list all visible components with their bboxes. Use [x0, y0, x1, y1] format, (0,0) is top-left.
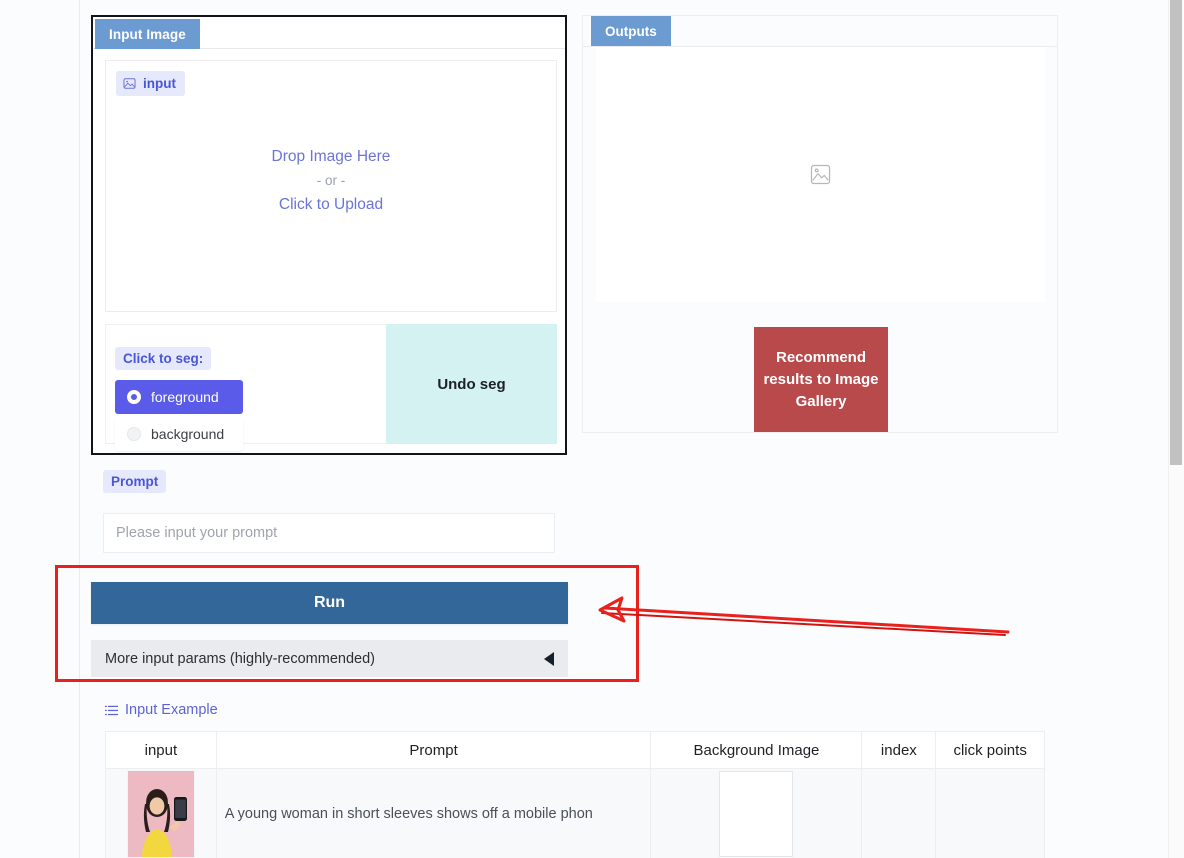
column-header-prompt: Prompt: [215, 731, 652, 769]
tab-input-image[interactable]: Input Image: [95, 19, 200, 49]
cell-input-thumbnail[interactable]: [105, 768, 217, 858]
undo-seg-button[interactable]: Undo seg: [385, 324, 557, 444]
vertical-scrollbar-track[interactable]: [1168, 0, 1184, 858]
example-thumbnail-image: [126, 770, 195, 858]
column-header-input: input: [105, 731, 217, 769]
prompt-input[interactable]: [103, 513, 555, 553]
radio-background-dot: [127, 427, 141, 441]
click-to-upload-text[interactable]: Click to Upload: [106, 193, 556, 217]
table-row[interactable]: A young woman in short sleeves shows off…: [105, 768, 1045, 858]
input-example-table: input Prompt Background Image index clic…: [105, 731, 1045, 858]
more-input-params-accordion[interactable]: More input params (highly-recommended): [91, 640, 568, 677]
tab-input-image-label: Input Image: [109, 26, 186, 42]
input-example-section: Input Example input Prompt Background Im…: [91, 696, 1058, 858]
vertical-scrollbar-thumb[interactable]: [1170, 0, 1182, 465]
cell-click-points: [935, 768, 1045, 858]
image-icon: [123, 77, 136, 90]
input-image-tab-strip: Input Image: [93, 17, 565, 49]
recommend-to-gallery-button[interactable]: Recommend results to Image Gallery: [754, 327, 888, 432]
left-rail-divider: [0, 0, 80, 858]
caret-left-icon[interactable]: [544, 651, 554, 666]
input-chip-label: input: [143, 76, 176, 91]
click-to-seg-group: Click to seg: foreground background: [105, 324, 386, 451]
radio-background[interactable]: background: [115, 417, 243, 451]
output-image-area[interactable]: [596, 47, 1045, 302]
seg-radio-group[interactable]: foreground background: [115, 380, 243, 451]
drop-image-here-text: Drop Image Here: [271, 148, 391, 165]
tab-outputs[interactable]: Outputs: [591, 16, 671, 46]
background-image-placeholder: [719, 771, 794, 857]
more-input-params-label: More input params (highly-recommended): [105, 650, 375, 667]
column-header-click-points: click points: [935, 731, 1045, 769]
run-button[interactable]: Run: [91, 582, 568, 624]
image-dropzone[interactable]: input Drop Image Here - or - Click to Up…: [105, 60, 557, 312]
segmentation-controls: Click to seg: foreground background Undo…: [105, 324, 557, 451]
column-header-background-image: Background Image: [650, 731, 863, 769]
click-to-seg-label: Click to seg:: [115, 347, 212, 370]
cell-index: [861, 768, 937, 858]
list-icon: [105, 704, 118, 717]
app-root: Input Image input Drop Image Here - or -…: [0, 0, 1184, 858]
drop-or-text: - or -: [316, 173, 346, 188]
radio-foreground-label: foreground: [151, 389, 219, 405]
input-chip: input: [116, 71, 185, 96]
radio-foreground-dot: [127, 390, 141, 404]
radio-foreground[interactable]: foreground: [115, 380, 243, 414]
image-placeholder-icon: [810, 164, 831, 185]
prompt-label: Prompt: [103, 470, 167, 493]
table-header-row: input Prompt Background Image index clic…: [105, 731, 1045, 769]
tab-outputs-label: Outputs: [605, 23, 657, 39]
cell-background-image[interactable]: [650, 768, 863, 858]
outputs-panel: Outputs Recommend results to Image Galle…: [582, 15, 1058, 433]
input-image-panel: Input Image input Drop Image Here - or -…: [91, 15, 567, 455]
input-example-heading[interactable]: Input Example: [91, 696, 1058, 726]
dropzone-text: Drop Image Here - or - Click to Upload: [106, 145, 556, 217]
prompt-block: Prompt: [91, 470, 567, 553]
column-header-index: index: [861, 731, 937, 769]
radio-background-label: background: [151, 426, 225, 442]
cell-prompt-text: A young woman in short sleeves shows off…: [215, 768, 652, 858]
input-example-label: Input Example: [125, 702, 218, 718]
